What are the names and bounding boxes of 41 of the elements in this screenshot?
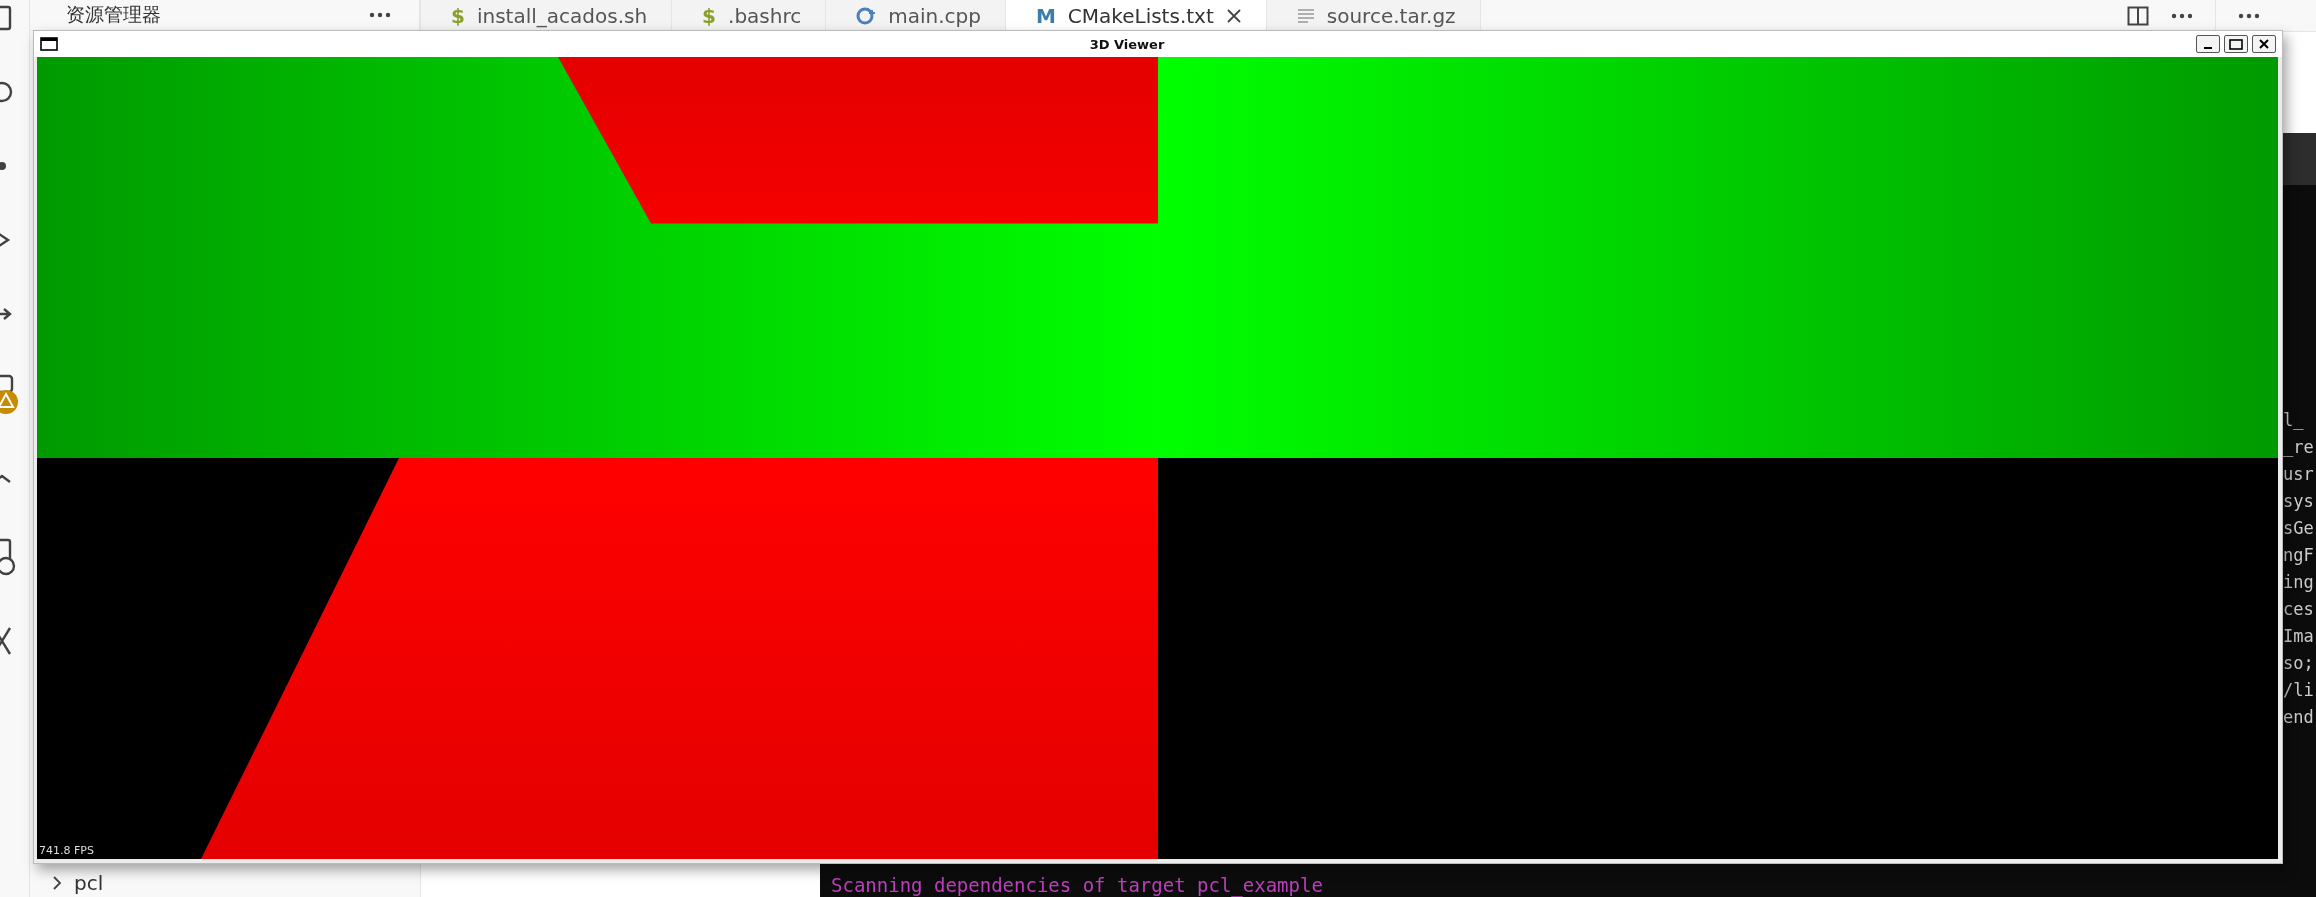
more-icon[interactable] (369, 12, 391, 18)
minimize-icon (2204, 47, 2212, 49)
lines-icon (1296, 7, 1315, 24)
terminal-line: end (2283, 706, 2315, 729)
more-icon[interactable] (2238, 12, 2260, 19)
editor-tab[interactable]: M CMakeLists.txt (1005, 0, 1267, 31)
file-type-icon: $ (451, 3, 465, 28)
terminal-line: Scanning dependencies of target pcl_example (830, 873, 1324, 897)
terminal-line: _re (2283, 436, 2315, 459)
editor-tab[interactable]: main.cpp (826, 0, 1006, 31)
editor-tab[interactable]: $ .bashrc (672, 0, 827, 31)
split-editor-icon[interactable] (2127, 5, 2149, 26)
file-type-icon: M (1035, 3, 1056, 28)
terminal-line: ngF (2283, 544, 2315, 567)
editor-tab[interactable]: $ install_acados.sh (421, 0, 673, 31)
viewer-canvas[interactable]: 741.8 FPS (37, 57, 2278, 859)
chevron-icon[interactable] (50, 875, 64, 891)
terminal-line: sys (2283, 490, 2315, 513)
terminal-line: usr (2283, 463, 2315, 486)
file-type-icon (856, 5, 877, 26)
close-button[interactable] (2252, 35, 2276, 53)
terminal-line: /li (2283, 679, 2315, 702)
editor-tab[interactable]: source.tar.gz (1266, 0, 1481, 31)
tree-item[interactable]: pcl (74, 871, 104, 895)
window-title: 3D Viewer (1089, 36, 1165, 52)
terminal-line: ces (2283, 598, 2315, 621)
terminal-line: sGe (2283, 517, 2315, 540)
terminal-line: Ima (2283, 625, 2315, 648)
maximize-button[interactable] (2224, 35, 2248, 53)
terminal-line: so; (2283, 652, 2315, 675)
more-icon[interactable] (2171, 12, 2193, 19)
close-icon[interactable] (1225, 7, 1242, 24)
maximize-icon (2229, 38, 2243, 50)
window-icon (40, 37, 58, 51)
file-type-icon: $ (702, 3, 717, 28)
minimize-button[interactable] (2196, 35, 2220, 53)
close-icon (2258, 38, 2270, 50)
terminal-line: l_ (2283, 409, 2305, 432)
terminal-line: ing (2283, 571, 2315, 594)
fps-counter: 741.8 FPS (39, 844, 94, 857)
explorer-title: 资源管理器 (66, 2, 161, 27)
